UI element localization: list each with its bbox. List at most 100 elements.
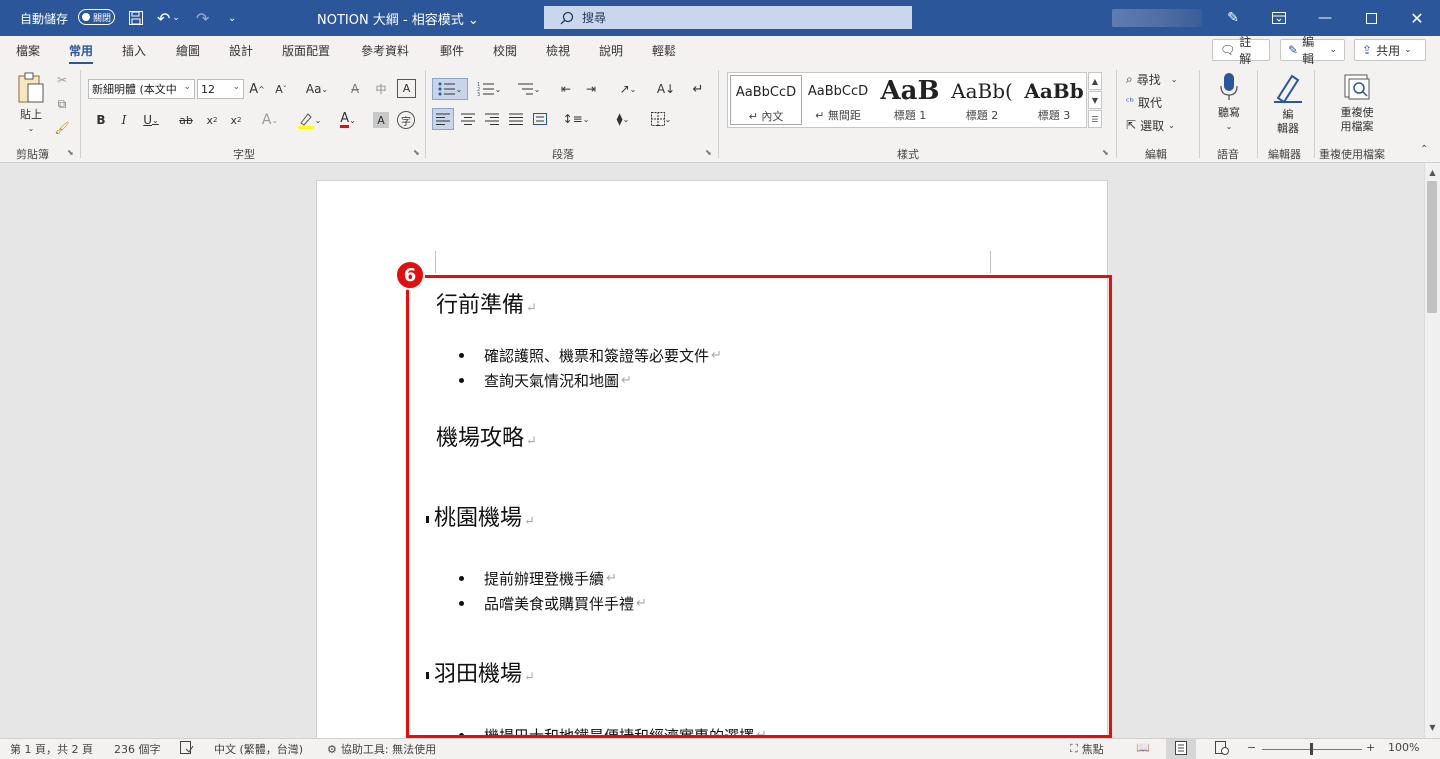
page-count[interactable]: 第 1 頁，共 2 頁: [10, 741, 93, 757]
find-button[interactable]: ⌕ 尋找 ⌄: [1126, 70, 1177, 88]
subscript-icon[interactable]: x2: [204, 110, 220, 130]
enclose-characters-icon[interactable]: 字: [397, 111, 415, 129]
paragraph-launcher-icon[interactable]: ⬊: [705, 148, 712, 157]
proofing-icon[interactable]: [180, 741, 194, 754]
styles-scroll-up-icon[interactable]: ▲: [1088, 72, 1102, 90]
tab-home[interactable]: 常用: [69, 42, 94, 64]
dictate-button[interactable]: 聽寫 ⌄: [1208, 72, 1250, 134]
comments-button[interactable]: 🗨 註解: [1212, 35, 1270, 66]
copy-icon[interactable]: ⧉: [54, 96, 70, 112]
character-border-icon[interactable]: A: [397, 79, 416, 98]
paste-button[interactable]: 貼上 ⌄: [14, 72, 48, 136]
phonetic-guide-icon[interactable]: 中: [372, 79, 390, 99]
zoom-out-icon[interactable]: −: [1247, 741, 1256, 754]
tab-review[interactable]: 校閱: [493, 42, 517, 59]
text-effects-icon[interactable]: A ⌄: [256, 110, 284, 130]
change-case-icon[interactable]: Aa ⌄: [303, 79, 331, 99]
close-icon[interactable]: ✕: [1394, 0, 1440, 36]
ribbon-display-icon[interactable]: [1256, 0, 1302, 36]
tab-draw[interactable]: 繪圖: [176, 42, 200, 59]
style-heading-1[interactable]: AaB 標題 1: [874, 75, 946, 125]
web-layout-icon[interactable]: [1215, 741, 1229, 755]
grow-font-icon[interactable]: A ^: [248, 79, 266, 99]
tab-ease[interactable]: 輕鬆: [652, 42, 676, 59]
justify-icon[interactable]: [506, 108, 526, 130]
document-area[interactable]: 行前準備 ↵ 確認護照、機票和簽證等必要文件 ↵ 查詢天氣情況和地圖 ↵ 機場攻略 ↵ …: [0, 163, 1424, 738]
customize-toolbar-icon[interactable]: ⌄: [228, 0, 236, 36]
superscript-icon[interactable]: x2: [228, 110, 244, 130]
highlight-color-icon[interactable]: ⌄: [294, 110, 324, 130]
word-count[interactable]: 236 個字: [114, 741, 161, 757]
line-spacing-icon[interactable]: ↕≡ ⌄: [560, 108, 592, 130]
vertical-scrollbar[interactable]: ▲ ▼: [1424, 163, 1440, 738]
tab-insert[interactable]: 插入: [122, 42, 146, 59]
styles-scroll-down-icon[interactable]: ▼: [1088, 91, 1102, 109]
font-size-combo[interactable]: 12 ⌄: [197, 79, 244, 99]
style-no-spacing[interactable]: AaBbCcD ↵ 無間距: [802, 75, 874, 125]
bold-icon[interactable]: B: [94, 110, 108, 130]
numbering-icon[interactable]: 1 2 3 ⌄: [474, 78, 504, 100]
scroll-thumb[interactable]: [1427, 181, 1437, 313]
zoom-level[interactable]: 100%: [1388, 741, 1419, 754]
save-icon[interactable]: [128, 0, 144, 36]
cut-icon[interactable]: ✂: [54, 72, 70, 88]
increase-indent-icon[interactable]: ⇥: [582, 78, 600, 100]
align-left-icon[interactable]: [432, 108, 454, 130]
focus-mode[interactable]: ⛶ 焦點: [1070, 741, 1104, 757]
scroll-down-icon[interactable]: ▼: [1425, 720, 1440, 734]
editing-mode-button[interactable]: ✎ 編輯 ⌄: [1280, 35, 1345, 66]
tab-view[interactable]: 檢視: [546, 42, 570, 59]
style-normal[interactable]: AaBbCcD ↵ 內文: [730, 75, 802, 125]
tab-file[interactable]: 檔案: [16, 42, 40, 59]
reuse-files-button[interactable]: 重複使 用檔案: [1326, 72, 1388, 134]
redo-icon[interactable]: ↷: [196, 0, 209, 36]
show-marks-icon[interactable]: ↵: [688, 78, 708, 100]
text-direction-icon[interactable]: ↗ ⌄: [612, 78, 644, 100]
styles-launcher-icon[interactable]: ⬊: [1102, 148, 1109, 157]
style-heading-2[interactable]: AaBb( 標題 2: [946, 75, 1018, 125]
sort-icon[interactable]: A↓: [656, 78, 676, 100]
font-name-combo[interactable]: 新細明體 (本文中 ⌄: [88, 79, 195, 99]
italic-icon[interactable]: I: [117, 110, 131, 130]
styles-more-icon[interactable]: ☰: [1088, 110, 1102, 128]
decrease-indent-icon[interactable]: ⇤: [557, 78, 575, 100]
search-box[interactable]: 搜尋: [544, 6, 912, 29]
character-shading-icon[interactable]: A: [373, 112, 389, 128]
pen-icon[interactable]: ✎: [1210, 0, 1256, 36]
print-layout-icon[interactable]: [1175, 741, 1187, 755]
zoom-slider-thumb[interactable]: [1310, 743, 1313, 755]
clipboard-launcher-icon[interactable]: ⬊: [67, 148, 74, 157]
font-launcher-icon[interactable]: ⬊: [413, 148, 420, 157]
underline-icon[interactable]: U ⌄: [140, 110, 162, 130]
maximize-icon[interactable]: [1348, 0, 1394, 36]
scroll-up-icon[interactable]: ▲: [1425, 165, 1440, 179]
editor-button[interactable]: 編 輯器: [1266, 72, 1310, 136]
tab-design[interactable]: 設計: [229, 42, 253, 59]
align-right-icon[interactable]: [482, 108, 502, 130]
select-button[interactable]: ⇱ 選取 ⌄: [1126, 116, 1175, 134]
replace-button[interactable]: ᶜᵇ 取代: [1126, 93, 1162, 111]
collapse-ribbon-icon[interactable]: ⌃: [1420, 144, 1428, 155]
borders-icon[interactable]: ⌄: [645, 108, 677, 130]
align-center-icon[interactable]: [458, 108, 478, 130]
clear-formatting-icon[interactable]: A̶: [346, 79, 364, 99]
zoom-in-icon[interactable]: +: [1366, 741, 1375, 754]
accessibility-checker[interactable]: ⚙ 協助工具: 無法使用: [327, 741, 436, 757]
distributed-icon[interactable]: [530, 108, 550, 130]
user-account[interactable]: [1112, 9, 1202, 27]
bullets-button[interactable]: ⌄: [432, 78, 468, 100]
shading-icon[interactable]: ⧫ ⌄: [606, 108, 640, 130]
tab-references[interactable]: 參考資料: [361, 42, 409, 59]
read-mode-icon[interactable]: 📖: [1136, 741, 1150, 754]
font-color-icon[interactable]: A ⌄: [333, 110, 363, 130]
strikethrough-icon[interactable]: ab: [176, 110, 196, 130]
style-heading-3[interactable]: AaBb 標題 3: [1018, 75, 1090, 125]
tab-layout[interactable]: 版面配置: [282, 42, 330, 59]
tab-mailings[interactable]: 郵件: [440, 42, 464, 59]
format-painter-icon[interactable]: 🖌: [54, 120, 70, 136]
language-indicator[interactable]: 中文 (繁體，台灣): [214, 741, 303, 757]
document-title[interactable]: NOTION 大綱 - 相容模式 ⌄: [317, 0, 479, 36]
minimize-icon[interactable]: —: [1302, 0, 1348, 36]
autosave-toggle[interactable]: 關閉: [78, 9, 115, 25]
share-button[interactable]: ⇪ 共用 ⌄: [1354, 39, 1426, 61]
